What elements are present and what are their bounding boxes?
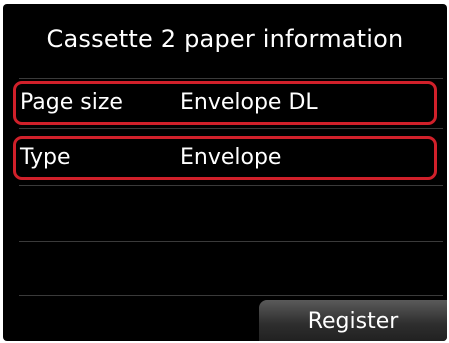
divider: [19, 241, 443, 242]
printer-lcd-screen: Cassette 2 paper information Page size E…: [3, 4, 447, 341]
type-label: Type: [20, 145, 71, 170]
divider: [19, 295, 443, 296]
divider: [19, 185, 443, 186]
page-size-label: Page size: [20, 90, 123, 115]
type-value: Envelope: [180, 145, 282, 170]
screen-title: Cassette 2 paper information: [46, 25, 404, 53]
type-setting[interactable]: Type Envelope: [13, 136, 437, 180]
page-size-value: Envelope DL: [180, 90, 318, 115]
divider: [19, 128, 443, 129]
page-size-setting[interactable]: Page size Envelope DL: [13, 81, 437, 125]
register-button[interactable]: Register: [259, 300, 447, 341]
divider: [19, 78, 443, 79]
